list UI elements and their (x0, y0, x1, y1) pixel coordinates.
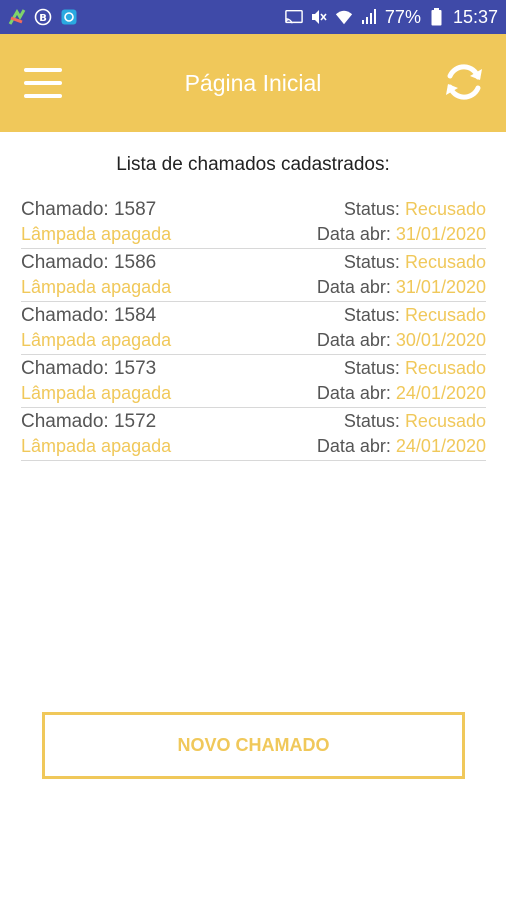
ticket-date: Data abr: 31/01/2020 (316, 224, 486, 244)
svg-text:B: B (39, 13, 47, 24)
battery-percent: 77% (384, 6, 421, 27)
list-title: Lista de chamados cadastrados: (116, 154, 390, 175)
ticket-date: Data abr: 24/01/2020 (316, 383, 486, 403)
ticket-date: Data abr: 31/01/2020 (316, 277, 486, 297)
ticket-row[interactable]: Chamado: 1586 Status: Recusado Lâmpada a… (21, 249, 486, 302)
ticket-description: Lâmpada apagada (21, 277, 172, 297)
signal-icon (360, 8, 378, 26)
clock: 15:37 (452, 6, 498, 27)
hamburger-menu-icon[interactable] (24, 68, 62, 98)
ticket-status: Status: Recusado (343, 199, 486, 219)
cast-icon (285, 8, 303, 26)
ticket-status: Status: Recusado (343, 305, 486, 325)
ticket-description: Lâmpada apagada (21, 436, 172, 456)
ticket-number: Chamado: 1573 (21, 358, 157, 379)
ticket-row[interactable]: Chamado: 1587 Status: Recusado Lâmpada a… (21, 196, 486, 249)
b-icon: B (34, 8, 52, 26)
ticket-date: Data abr: 24/01/2020 (316, 436, 486, 456)
new-ticket-button[interactable]: NOVO CHAMADO (42, 712, 465, 779)
photo-icon (60, 8, 78, 26)
ticket-number: Chamado: 1572 (21, 411, 157, 432)
status-bar: B 77% 15:37 (0, 0, 506, 34)
ticket-row[interactable]: Chamado: 1572 Status: Recusado Lâmpada a… (21, 408, 486, 461)
ticket-number: Chamado: 1587 (21, 199, 157, 220)
ticket-row[interactable]: Chamado: 1584 Status: Recusado Lâmpada a… (21, 302, 486, 355)
ticket-status: Status: Recusado (343, 411, 486, 431)
ticket-status: Status: Recusado (343, 358, 486, 378)
ticket-date: Data abr: 30/01/2020 (316, 330, 486, 350)
ticket-number: Chamado: 1586 (21, 252, 157, 273)
ticket-list: Chamado: 1587 Status: Recusado Lâmpada a… (21, 196, 486, 461)
app-icon (8, 8, 26, 26)
ticket-description: Lâmpada apagada (21, 330, 172, 350)
app-bar: Página Inicial (0, 34, 506, 132)
ticket-description: Lâmpada apagada (21, 224, 172, 244)
ticket-row[interactable]: Chamado: 1573 Status: Recusado Lâmpada a… (21, 355, 486, 408)
notification-icons: B (8, 8, 78, 26)
ticket-status: Status: Recusado (343, 252, 486, 272)
wifi-icon (335, 8, 353, 26)
system-icons: 77% 15:37 (285, 7, 498, 28)
ticket-description: Lâmpada apagada (21, 383, 172, 403)
page-title: Página Inicial (184, 69, 322, 96)
ticket-number: Chamado: 1584 (21, 305, 157, 326)
battery-icon (428, 8, 446, 26)
mute-icon (310, 8, 328, 26)
refresh-icon[interactable] (442, 60, 486, 104)
